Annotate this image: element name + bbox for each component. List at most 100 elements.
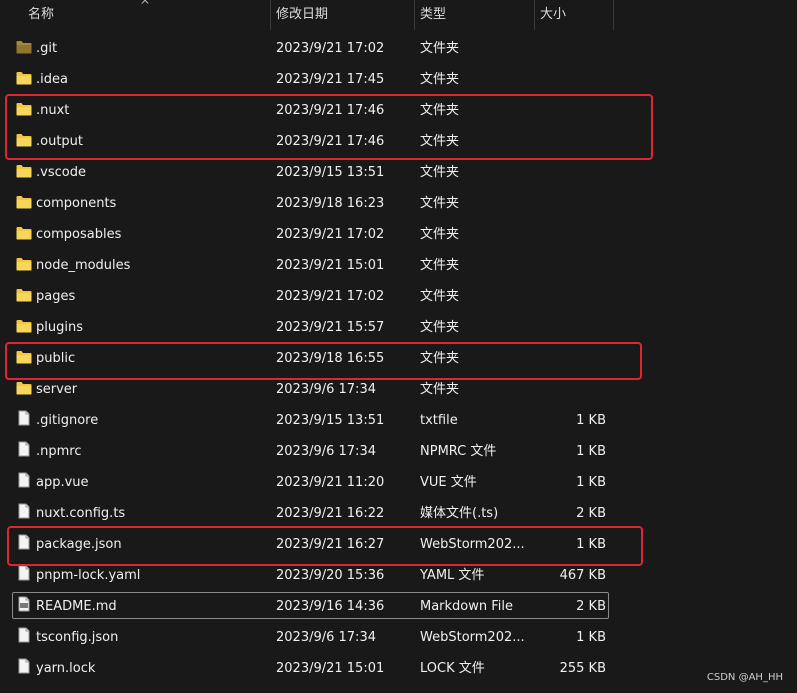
folder-icon [16, 133, 32, 147]
file-modified: 2023/9/6 17:34 [276, 630, 376, 645]
file-icon [16, 503, 32, 519]
file-row[interactable]: package.json 2023/9/21 16:27 WebStorm202..… [0, 529, 797, 560]
file-type: LOCK 文件 [420, 661, 485, 676]
file-row[interactable]: nuxt.config.ts 2023/9/21 16:22 媒体文件(.ts) 2 … [0, 498, 797, 529]
file-row[interactable]: plugins 2023/9/21 15:57 文件夹 [0, 312, 797, 343]
file-row[interactable]: .npmrc 2023/9/6 17:34 NPMRC 文件 1 KB [0, 436, 797, 467]
file-row[interactable]: .nuxt 2023/9/21 17:46 文件夹 [0, 95, 797, 126]
sort-ascending-icon: ^ [140, 0, 151, 12]
file-row[interactable]: .git 2023/9/21 17:02 文件夹 [0, 33, 797, 64]
file-type: 媒体文件(.ts) [420, 506, 499, 521]
column-header-size[interactable]: 大小 [540, 0, 566, 30]
file-modified: 2023/9/21 16:27 [276, 537, 385, 552]
column-divider[interactable] [534, 0, 535, 30]
file-row[interactable]: .gitignore 2023/9/15 13:51 txtfile 1 KB [0, 405, 797, 436]
file-icon [16, 627, 32, 643]
file-row[interactable]: composables 2023/9/21 17:02 文件夹 [0, 219, 797, 250]
file-name: public [36, 351, 76, 366]
file-type: NPMRC 文件 [420, 444, 497, 459]
file-name: .git [36, 41, 58, 56]
file-modified: 2023/9/21 15:01 [276, 258, 385, 273]
folder-icon [16, 257, 32, 271]
column-divider[interactable] [414, 0, 415, 30]
column-header-type[interactable]: 类型 [420, 0, 446, 30]
file-type: WebStorm202... [420, 630, 525, 645]
file-name: .output [36, 134, 84, 149]
file-row[interactable]: .vscode 2023/9/15 13:51 文件夹 [0, 157, 797, 188]
file-modified: 2023/9/21 17:02 [276, 289, 385, 304]
file-row[interactable]: pages 2023/9/21 17:02 文件夹 [0, 281, 797, 312]
file-modified: 2023/9/6 17:34 [276, 444, 376, 459]
file-modified: 2023/9/15 13:51 [276, 165, 385, 180]
file-row[interactable]: node_modules 2023/9/21 15:01 文件夹 [0, 250, 797, 281]
file-size: 1 KB [576, 413, 606, 428]
file-icon [16, 565, 32, 581]
file-modified: 2023/9/21 15:01 [276, 661, 385, 676]
file-row[interactable]: server 2023/9/6 17:34 文件夹 [0, 374, 797, 405]
file-type: 文件夹 [420, 72, 460, 87]
file-icon [16, 658, 32, 674]
file-row[interactable]: pnpm-lock.yaml 2023/9/20 15:36 YAML 文件 467 … [0, 560, 797, 591]
file-row[interactable]: public 2023/9/18 16:55 文件夹 [0, 343, 797, 374]
file-name: README.md [36, 599, 117, 614]
file-row[interactable]: .output 2023/9/21 17:46 文件夹 [0, 126, 797, 157]
file-row[interactable]: yarn.lock 2023/9/21 15:01 LOCK 文件 255 KB [0, 653, 797, 684]
file-type: 文件夹 [420, 351, 460, 366]
file-name: composables [36, 227, 122, 242]
file-name: components [36, 196, 117, 211]
file-name: .gitignore [36, 413, 99, 428]
file-size: 1 KB [576, 630, 606, 645]
file-name: tsconfig.json [36, 630, 119, 645]
file-modified: 2023/9/21 17:46 [276, 103, 385, 118]
file-modified: 2023/9/21 17:02 [276, 227, 385, 242]
file-size: 1 KB [576, 444, 606, 459]
file-modified: 2023/9/18 16:55 [276, 351, 385, 366]
file-row[interactable]: .idea 2023/9/21 17:45 文件夹 [0, 64, 797, 95]
file-name: yarn.lock [36, 661, 96, 676]
file-size: 1 KB [576, 475, 606, 490]
column-divider[interactable] [270, 0, 271, 30]
file-name: .idea [36, 72, 68, 87]
file-type: YAML 文件 [420, 568, 485, 583]
folder-icon [16, 195, 32, 209]
file-type: 文件夹 [420, 289, 460, 304]
column-divider[interactable] [613, 0, 614, 30]
file-modified: 2023/9/21 15:57 [276, 320, 385, 335]
file-name: plugins [36, 320, 83, 335]
file-name: .npmrc [36, 444, 82, 459]
file-name: package.json [36, 537, 122, 552]
file-type: txtfile [420, 413, 458, 428]
file-row[interactable]: app.vue 2023/9/21 11:20 VUE 文件 1 KB [0, 467, 797, 498]
file-modified: 2023/9/21 17:45 [276, 72, 385, 87]
file-size: 467 KB [559, 568, 606, 583]
file-modified: 2023/9/15 13:51 [276, 413, 385, 428]
file-icon [16, 441, 32, 457]
file-name: server [36, 382, 78, 397]
watermark: CSDN @AH_HH [706, 672, 783, 683]
file-type: 文件夹 [420, 258, 460, 273]
file-name: pages [36, 289, 76, 304]
file-size: 2 KB [576, 506, 606, 521]
folder-icon [16, 40, 32, 54]
file-modified: 2023/9/20 15:36 [276, 568, 385, 583]
file-row[interactable]: README.md 2023/9/16 14:36 Markdown File 2 K… [0, 591, 797, 622]
file-size: 255 KB [559, 661, 606, 676]
file-type: WebStorm202... [420, 537, 525, 552]
column-header-modified[interactable]: 修改日期 [276, 0, 328, 30]
file-icon [16, 472, 32, 488]
file-type: VUE 文件 [420, 475, 477, 490]
file-row[interactable]: tsconfig.json 2023/9/6 17:34 WebStorm202..… [0, 622, 797, 653]
file-name: .nuxt [36, 103, 70, 118]
file-size: 1 KB [576, 537, 606, 552]
column-header-name[interactable]: 名称 [28, 0, 54, 30]
file-list: .git 2023/9/21 17:02 文件夹 .idea 2023/9/21 17… [0, 33, 797, 684]
file-size: 2 KB [576, 599, 606, 614]
folder-icon [16, 350, 32, 364]
folder-icon [16, 226, 32, 240]
folder-icon [16, 164, 32, 178]
file-modified: 2023/9/16 14:36 [276, 599, 385, 614]
column-header: 名称 ^ 修改日期 类型 大小 [0, 0, 797, 30]
file-type: Markdown File [420, 599, 514, 614]
file-row[interactable]: components 2023/9/18 16:23 文件夹 [0, 188, 797, 219]
folder-icon [16, 288, 32, 302]
